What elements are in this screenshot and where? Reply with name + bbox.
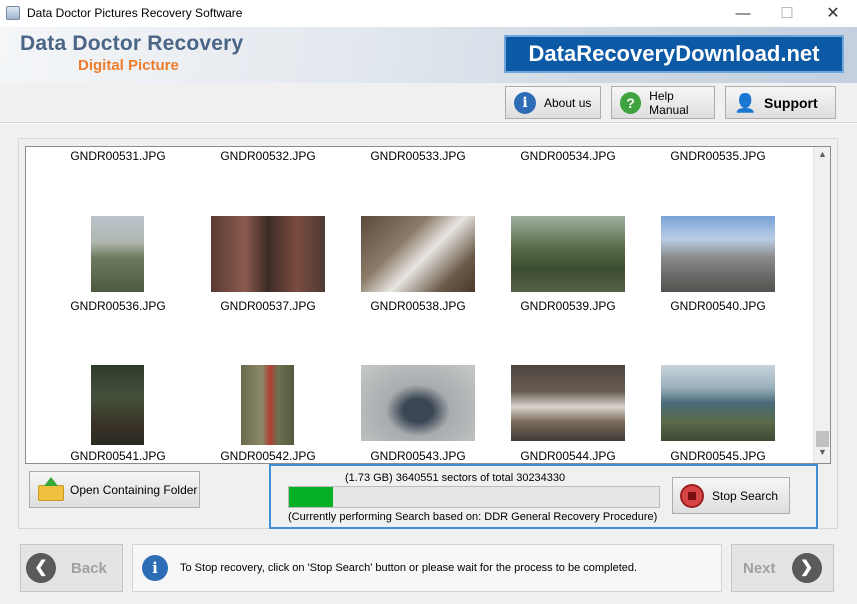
photo-thumbnail[interactable] xyxy=(661,216,775,292)
support-button[interactable]: 👤 Support xyxy=(725,86,836,119)
scroll-up-arrow-icon[interactable]: ▲ xyxy=(814,149,831,163)
photo-thumbnail[interactable] xyxy=(361,365,475,441)
support-label: Support xyxy=(764,94,818,111)
photo-thumbnail[interactable] xyxy=(361,216,475,292)
photo-thumbnail[interactable] xyxy=(91,216,144,292)
file-name[interactable]: GNDR00541.JPG xyxy=(43,449,193,463)
recovered-files-gallery[interactable]: GNDR00531.JPG GNDR00532.JPG GNDR00533.JP… xyxy=(25,146,831,464)
sectors-status: (1.73 GB) 3640551 sectors of total 30234… xyxy=(345,472,566,484)
info-message: To Stop recovery, click on 'Stop Search'… xyxy=(180,562,638,574)
site-banner: DataRecoveryDownload.net xyxy=(504,35,844,73)
app-icon xyxy=(6,6,20,20)
toolbar: i About us ? Help Manual 👤 Support xyxy=(0,83,857,123)
file-name[interactable]: GNDR00535.JPG xyxy=(643,149,793,163)
file-name[interactable]: GNDR00536.JPG xyxy=(43,299,193,313)
photo-thumbnail[interactable] xyxy=(91,365,144,445)
about-us-label: About us xyxy=(544,95,592,110)
header-banner: Data Doctor Recovery Digital Picture Dat… xyxy=(0,27,857,83)
procedure-status: (Currently performing Search based on: D… xyxy=(288,511,658,523)
file-name[interactable]: GNDR00538.JPG xyxy=(343,299,493,313)
about-us-button[interactable]: i About us xyxy=(505,86,601,119)
close-button[interactable]: ✕ xyxy=(810,0,856,27)
open-folder-label: Open Containing Folder xyxy=(70,482,198,497)
gallery-scrollbar[interactable]: ▲ ▼ xyxy=(813,147,830,463)
window-title: Data Doctor Pictures Recovery Software xyxy=(27,6,243,20)
photo-thumbnail[interactable] xyxy=(241,365,294,445)
file-name[interactable]: GNDR00532.JPG xyxy=(193,149,343,163)
file-name[interactable]: GNDR00545.JPG xyxy=(643,449,793,463)
scroll-down-arrow-icon[interactable]: ▼ xyxy=(814,447,831,461)
next-label: Next xyxy=(743,559,776,577)
support-person-icon: 👤 xyxy=(734,92,757,113)
file-name[interactable]: GNDR00539.JPG xyxy=(493,299,643,313)
search-progress-panel: (1.73 GB) 3640551 sectors of total 30234… xyxy=(269,464,818,529)
open-containing-folder-button[interactable]: Open Containing Folder xyxy=(29,471,200,508)
help-manual-label: Help Manual xyxy=(649,88,689,117)
help-icon: ? xyxy=(620,91,642,114)
info-icon: i xyxy=(514,91,536,114)
photo-thumbnail[interactable] xyxy=(661,365,775,441)
brand-title: Data Doctor Recovery xyxy=(20,32,244,55)
folder-icon xyxy=(38,476,64,501)
file-name[interactable]: GNDR00543.JPG xyxy=(343,449,493,463)
next-button[interactable]: Next ❯ xyxy=(731,544,834,592)
progress-bar-fill xyxy=(289,487,334,507)
stop-search-button[interactable]: Stop Search xyxy=(672,477,790,514)
file-name[interactable]: GNDR00533.JPG xyxy=(343,149,493,163)
file-name[interactable]: GNDR00537.JPG xyxy=(193,299,343,313)
file-name[interactable]: GNDR00531.JPG xyxy=(43,149,193,163)
back-arrow-icon: ❮ xyxy=(26,553,56,583)
help-manual-button[interactable]: ? Help Manual xyxy=(611,86,715,119)
photo-thumbnail[interactable] xyxy=(511,216,625,292)
file-name[interactable]: GNDR00534.JPG xyxy=(493,149,643,163)
stop-icon xyxy=(680,483,704,508)
brand-subtitle: Digital Picture xyxy=(78,57,179,74)
minimize-button[interactable]: — xyxy=(720,0,766,27)
info-message-bar: i To Stop recovery, click on 'Stop Searc… xyxy=(132,544,722,592)
back-label: Back xyxy=(71,559,107,577)
stop-search-label: Stop Search xyxy=(712,488,779,503)
next-arrow-icon: ❯ xyxy=(791,553,822,583)
file-name[interactable]: GNDR00544.JPG xyxy=(493,449,643,463)
photo-thumbnail[interactable] xyxy=(511,365,625,441)
footer: ❮ Back i To Stop recovery, click on 'Sto… xyxy=(0,536,857,604)
title-bar: Data Doctor Pictures Recovery Software —… xyxy=(0,0,857,27)
scroll-thumb[interactable] xyxy=(816,431,829,447)
back-button[interactable]: ❮ Back xyxy=(20,544,123,592)
maximize-button[interactable]: ☐ xyxy=(764,0,810,27)
photo-thumbnail[interactable] xyxy=(211,216,325,292)
file-name[interactable]: GNDR00542.JPG xyxy=(193,449,343,463)
progress-bar xyxy=(288,486,660,508)
info-icon: i xyxy=(142,555,168,581)
file-name[interactable]: GNDR00540.JPG xyxy=(643,299,793,313)
